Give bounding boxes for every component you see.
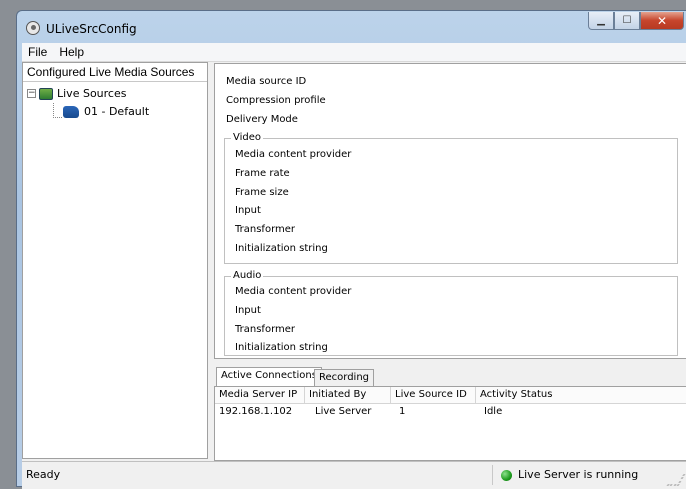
video-group-title: Video xyxy=(231,132,264,143)
video-frame-size-label: Frame size xyxy=(235,187,289,198)
tree-connector xyxy=(53,103,62,118)
window-controls: ▁ ☐ ✕ xyxy=(588,12,684,30)
maximize-icon: ☐ xyxy=(622,15,632,26)
table-header: Media Server IP Initiated By Live Source… xyxy=(215,387,686,404)
column-activity-status[interactable]: Activity Status xyxy=(476,387,686,403)
tab-active-connections[interactable]: Active Connections xyxy=(216,367,322,386)
media-source-icon xyxy=(63,105,79,118)
column-live-source-id[interactable]: Live Source ID xyxy=(391,387,476,403)
cell-initiated-by: Live Server xyxy=(315,406,372,417)
menu-file[interactable]: File xyxy=(22,45,53,59)
server-status-indicator-icon xyxy=(501,470,512,481)
compression-profile-label: Compression profile xyxy=(226,95,326,106)
audio-media-content-provider-label: Media content provider xyxy=(235,286,352,297)
tab-recording[interactable]: Recording xyxy=(314,369,375,386)
close-icon: ✕ xyxy=(656,13,668,28)
close-button[interactable]: ✕ xyxy=(640,12,684,30)
client-area: File Help Configured Live Media Sources … xyxy=(22,43,686,489)
video-frame-rate-label: Frame rate xyxy=(235,168,290,179)
audio-initialization-string-label: Initialization string xyxy=(235,342,328,353)
delivery-mode-label: Delivery Mode xyxy=(226,114,298,125)
active-connections-table[interactable]: Media Server IP Initiated By Live Source… xyxy=(214,386,686,461)
status-bar: Ready Live Server is running xyxy=(22,461,686,489)
column-initiated-by[interactable]: Initiated By xyxy=(305,387,391,403)
video-media-content-provider-label: Media content provider xyxy=(235,149,352,160)
status-text: Ready xyxy=(26,468,61,481)
resize-grip-icon[interactable] xyxy=(666,474,686,486)
tree-panel-header: Configured Live Media Sources xyxy=(23,63,207,82)
maximize-button[interactable]: ☐ xyxy=(614,12,640,30)
app-window: ULiveSrcConfig ▁ ☐ ✕ File Help Configure… xyxy=(16,10,686,489)
server-status-text: Live Server is running xyxy=(518,468,639,481)
minimize-icon: ▁ xyxy=(597,15,605,26)
cell-media-server-ip: 192.168.1.102 xyxy=(219,406,293,417)
collapse-icon[interactable]: − xyxy=(27,89,36,98)
status-separator xyxy=(492,465,493,485)
video-input-label: Input xyxy=(235,205,261,216)
source-details-panel: Media source ID Compression profile Deli… xyxy=(214,63,686,359)
minimize-button[interactable]: ▁ xyxy=(588,12,614,30)
cell-activity-status: Idle xyxy=(484,406,503,417)
media-source-id-label: Media source ID xyxy=(226,76,307,87)
video-initialization-string-label: Initialization string xyxy=(235,243,328,254)
window-title: ULiveSrcConfig xyxy=(46,22,137,36)
live-sources-tree-panel[interactable]: Configured Live Media Sources − Live Sou… xyxy=(22,62,208,459)
audio-transformer-label: Transformer xyxy=(235,324,296,335)
column-media-server-ip[interactable]: Media Server IP xyxy=(215,387,305,403)
live-sources-folder-icon xyxy=(39,87,53,100)
app-icon[interactable] xyxy=(26,21,40,35)
video-transformer-label: Transformer xyxy=(235,224,296,235)
tree-item-live-sources-label: Live Sources xyxy=(57,87,127,100)
audio-group: Audio Media content provider Input Trans… xyxy=(224,270,678,356)
menu-bar: File Help xyxy=(22,43,686,62)
audio-input-label: Input xyxy=(235,305,261,316)
cell-live-source-id: 1 xyxy=(399,406,406,417)
video-group: Video Media content provider Frame rate … xyxy=(224,132,678,264)
menu-help[interactable]: Help xyxy=(53,45,90,59)
audio-group-title: Audio xyxy=(231,270,264,281)
title-bar[interactable]: ULiveSrcConfig ▁ ☐ ✕ xyxy=(17,11,686,43)
tree-item-default-source[interactable]: 01 - Default xyxy=(63,105,149,118)
tree-item-default-label: 01 - Default xyxy=(84,105,150,118)
tree-item-live-sources[interactable]: − Live Sources xyxy=(27,87,126,100)
